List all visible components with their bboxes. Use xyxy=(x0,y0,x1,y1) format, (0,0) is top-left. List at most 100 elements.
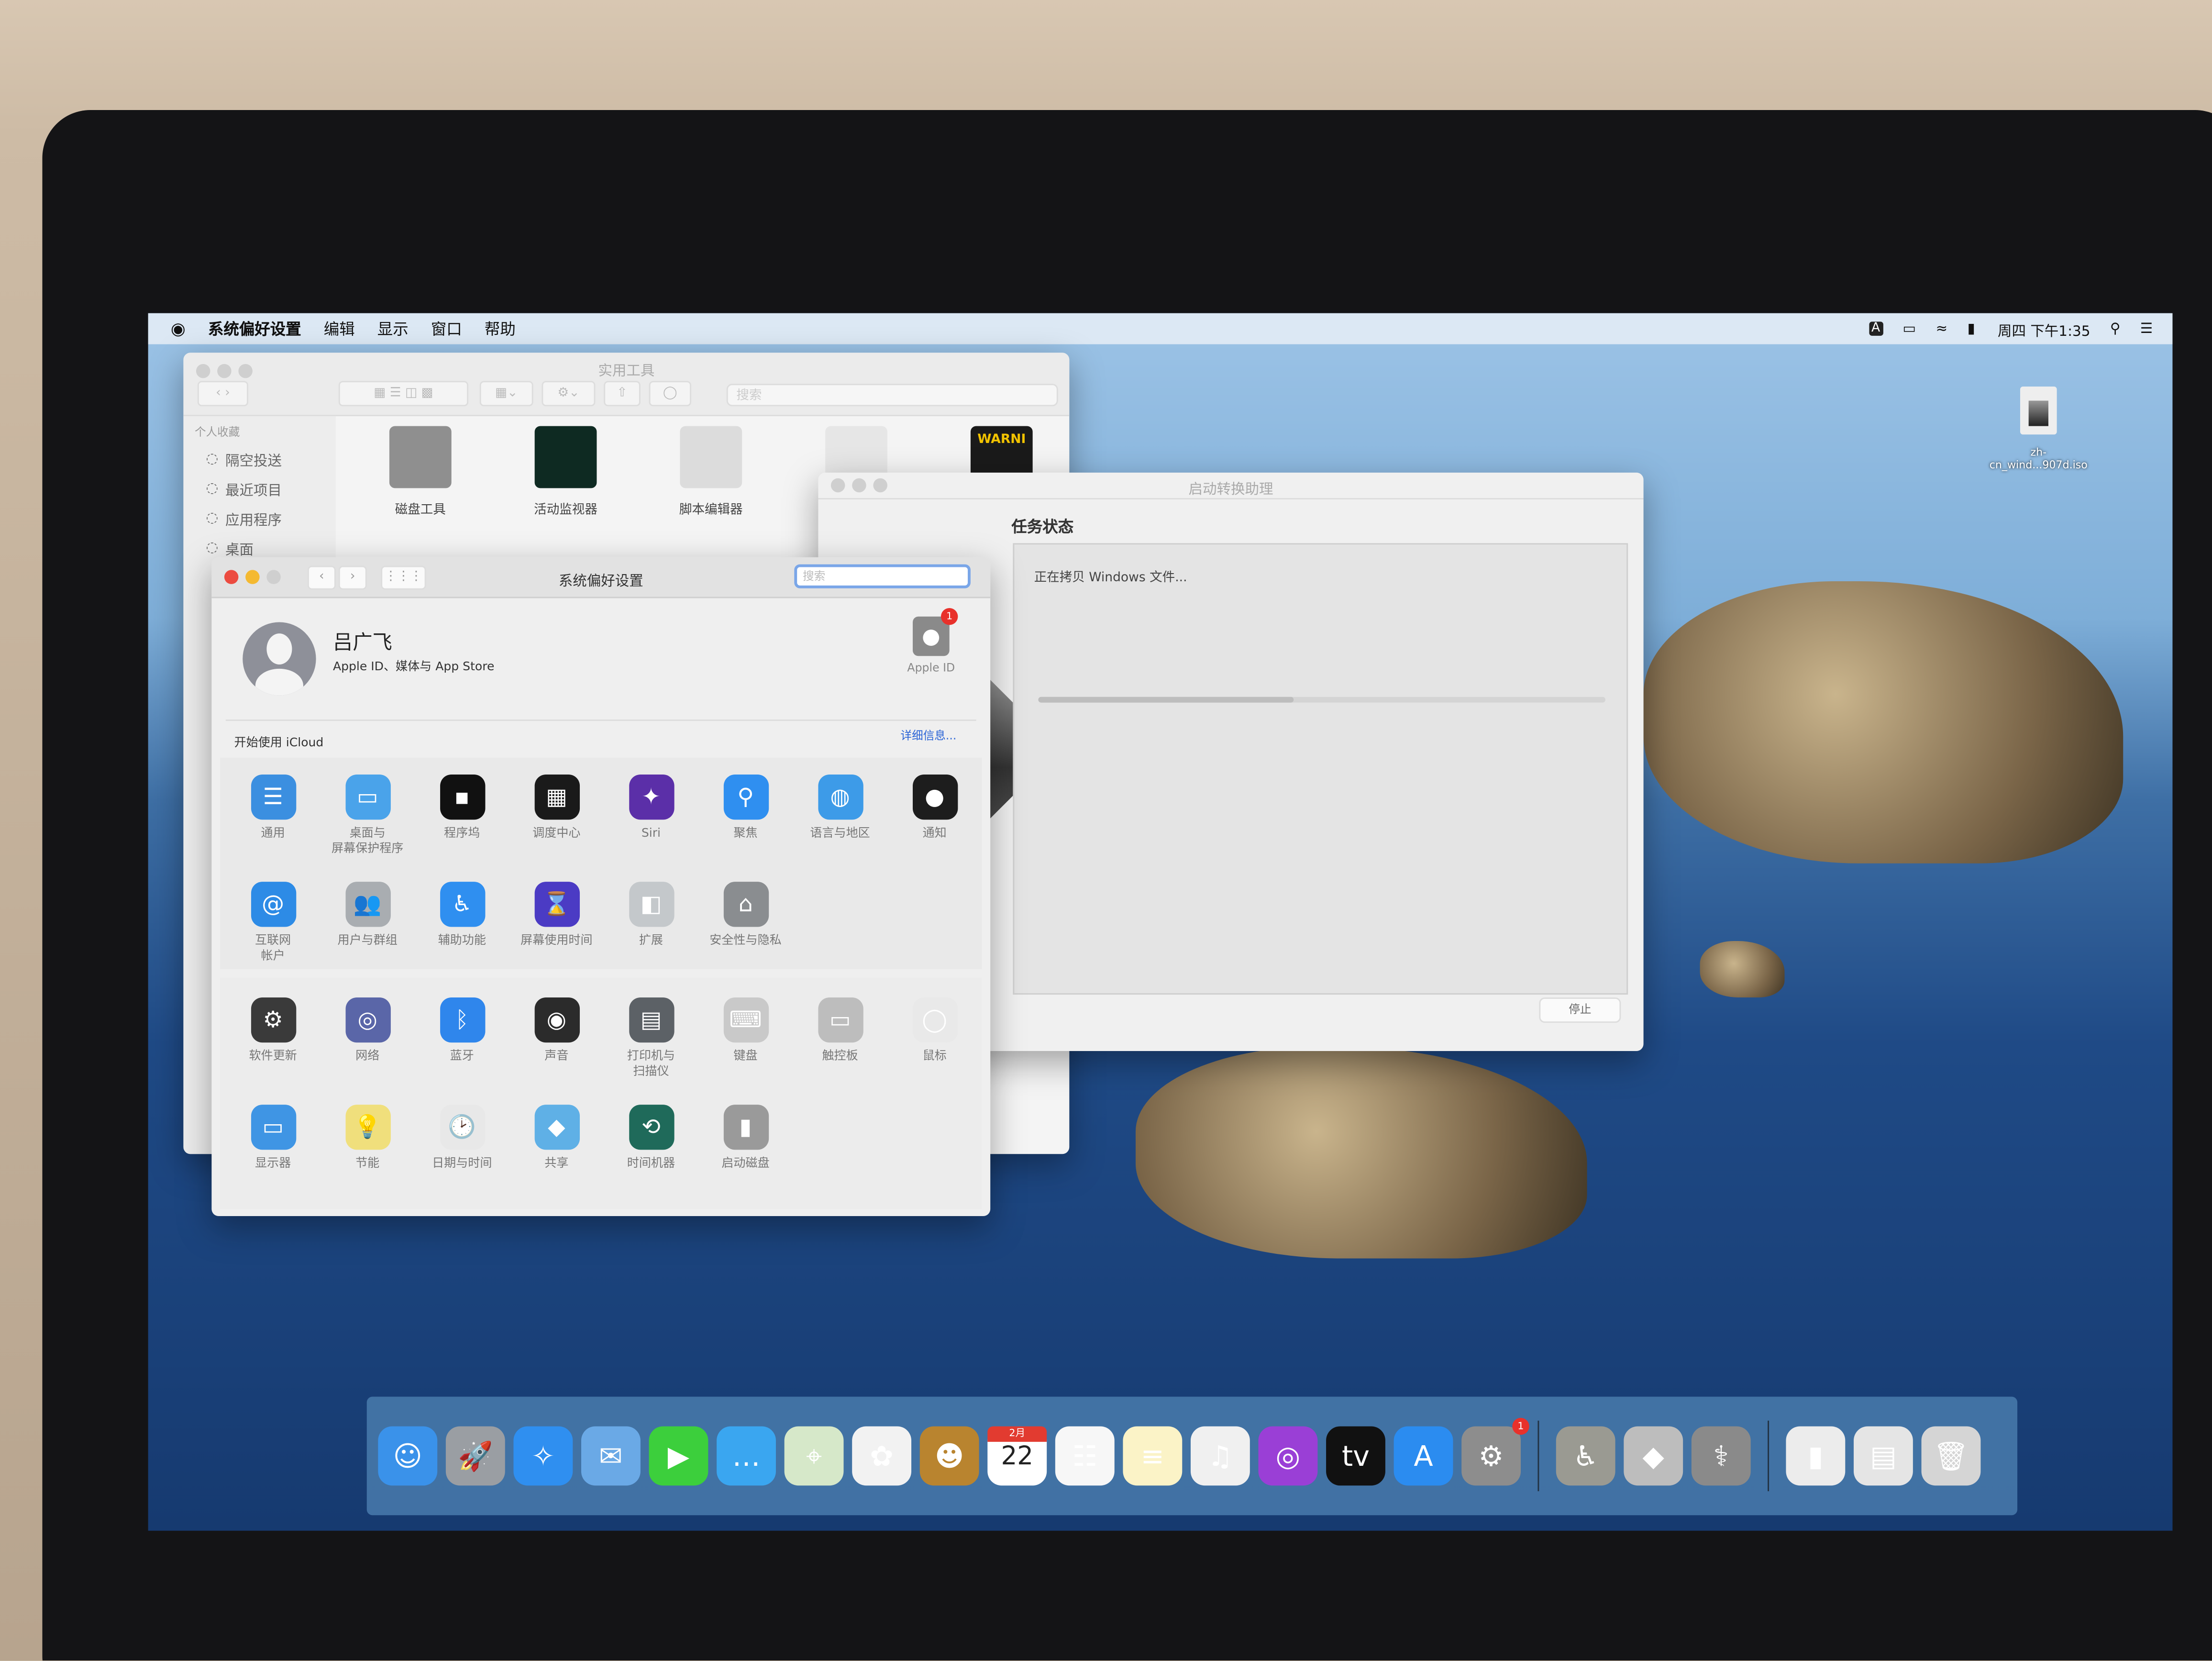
pane-label: 节能 xyxy=(355,1157,380,1171)
dock-separator xyxy=(1768,1420,1770,1492)
dock-maps[interactable]: ⌖ xyxy=(784,1426,844,1486)
sidebar-item[interactable]: ◌ 桌面 xyxy=(206,538,336,558)
finder-app-item[interactable]: 磁盘工具 xyxy=(364,426,477,518)
pref-pane-general[interactable]: ☰ 通用 xyxy=(226,769,321,876)
sidebar-item[interactable]: ◌ 应用程序 xyxy=(206,508,336,529)
share-icon[interactable]: ⇧ xyxy=(604,381,641,407)
pref-pane-security-privacy[interactable]: ⌂ 安全性与隐私 xyxy=(698,876,793,983)
spotlight-icon[interactable]: ⚲ xyxy=(2110,321,2121,336)
pref-pane-dock[interactable]: ▪ 程序坞 xyxy=(415,769,509,876)
dock-trash[interactable]: 🗑 xyxy=(1921,1426,1981,1486)
pref-pane-notifications[interactable]: ● 通知 xyxy=(887,769,982,876)
pref-pane-software-update[interactable]: ⚙ 软件更新 xyxy=(226,992,321,1099)
clock[interactable]: 周四 下午1:35 xyxy=(1998,318,2090,339)
keyboard-icon: ⌨ xyxy=(723,997,768,1043)
app-label: 脚本编辑器 xyxy=(679,503,743,518)
pref-pane-keyboard[interactable]: ⌨ 键盘 xyxy=(698,992,793,1099)
pref-pane-date-time[interactable]: 🕑 日期与时间 xyxy=(415,1099,509,1206)
finder-toolbar: 实用工具 ‹ › ▦ ☰ ◫ ▩ ▦⌄ ⚙⌄ ⇧ ◯ 搜索 xyxy=(183,353,1070,416)
music-icon: ♫ xyxy=(1207,1439,1233,1473)
dock-notes[interactable]: ≡ xyxy=(1123,1426,1183,1486)
sidebar-item[interactable]: ◌ 最近项目 xyxy=(206,478,336,499)
dock-music[interactable]: ♫ xyxy=(1190,1426,1250,1486)
airplay-icon[interactable]: ▭ xyxy=(1902,321,1916,336)
pref-pane-bluetooth[interactable]: ᛒ 蓝牙 xyxy=(415,992,509,1099)
dock-boot-camp-assistant[interactable]: ◆ xyxy=(1624,1426,1683,1486)
pane-label: 语言与地区 xyxy=(810,827,870,841)
pref-pane-desktop-screensaver[interactable]: ▭ 桌面与 屏幕保护程序 xyxy=(320,769,415,876)
tag-icon[interactable]: ◯ xyxy=(649,381,692,407)
prefs-search-input[interactable]: 搜索 xyxy=(794,564,971,588)
dock-podcasts[interactable]: ◎ xyxy=(1258,1426,1318,1486)
dock-reminders[interactable]: ☷ xyxy=(1055,1426,1115,1486)
dock-safari[interactable]: ✧ xyxy=(513,1426,573,1486)
pref-pane-displays[interactable]: ▭ 显示器 xyxy=(226,1099,321,1206)
action-gear-icon[interactable]: ⚙⌄ xyxy=(542,381,596,407)
dock-mail[interactable]: ✉ xyxy=(581,1426,641,1486)
avatar[interactable] xyxy=(243,622,316,696)
finder-app-item[interactable]: 活动监视器 xyxy=(509,426,622,518)
pref-pane-trackpad[interactable]: ▭ 触控板 xyxy=(793,992,887,1099)
dock-documents-stack[interactable]: ▤ xyxy=(1853,1426,1913,1486)
menu-app-name[interactable]: 系统偏好设置 xyxy=(208,318,301,340)
menu-bar: ◉ 系统偏好设置 编辑 显示 窗口 帮助 A ▭ ≈ ▮ 周四 下午1:35 ⚲… xyxy=(148,313,2173,344)
details-link[interactable]: 详细信息... xyxy=(901,728,957,743)
dock-calendar[interactable]: 2月 22 xyxy=(987,1426,1047,1486)
dock-disk-utility[interactable]: ⚕ xyxy=(1691,1426,1751,1486)
group-button[interactable]: ▦⌄ xyxy=(479,381,533,407)
menu-view[interactable]: 显示 xyxy=(377,318,409,340)
pref-pane-siri[interactable]: ✦ Siri xyxy=(604,769,698,876)
battery-icon[interactable]: ▮ xyxy=(1968,321,1978,336)
dock-contacts[interactable]: ☻ xyxy=(919,1426,979,1486)
pref-pane-mouse[interactable]: ◯ 鼠标 xyxy=(887,992,982,1099)
pref-pane-sharing[interactable]: ◆ 共享 xyxy=(509,1099,604,1206)
trash-icon: 🗑 xyxy=(1933,1439,1969,1473)
notification-center-icon[interactable]: ☰ xyxy=(2140,321,2153,336)
time-machine-icon: ⟲ xyxy=(628,1105,674,1150)
contacts-icon: ☻ xyxy=(934,1439,964,1473)
user-name[interactable]: 吕广飞 xyxy=(333,628,392,656)
menu-edit[interactable]: 编辑 xyxy=(324,318,355,340)
stop-button[interactable]: 停止 xyxy=(1539,997,1621,1023)
apple-menu-icon[interactable]: ◉ xyxy=(171,319,186,338)
pref-pane-extensions[interactable]: ◧ 扩展 xyxy=(604,876,698,983)
wifi-icon[interactable]: ≈ xyxy=(1936,321,1948,336)
pref-pane-sound[interactable]: ◉ 声音 xyxy=(509,992,604,1099)
pref-pane-spotlight[interactable]: ⚲ 聚焦 xyxy=(698,769,793,876)
dock-launchpad[interactable]: 🚀 xyxy=(445,1426,505,1486)
dock-facetime[interactable]: ▶ xyxy=(649,1426,708,1486)
sidebar-item[interactable]: ◌ 隔空投送 xyxy=(206,449,336,470)
desktop-iso-file[interactable]: zh- cn_wind...907d.iso xyxy=(1982,387,2095,471)
dock-messages[interactable]: … xyxy=(717,1426,776,1486)
pref-pane-printers-scanners[interactable]: ▤ 打印机与 扫描仪 xyxy=(604,992,698,1099)
input-source-icon[interactable]: A xyxy=(1869,321,1883,336)
pref-pane-users-groups[interactable]: 👥 用户与群组 xyxy=(320,876,415,983)
view-mode-buttons[interactable]: ▦ ☰ ◫ ▩ xyxy=(338,381,469,407)
dock-voiceover-utility[interactable]: ♿ xyxy=(1556,1426,1615,1486)
menu-help[interactable]: 帮助 xyxy=(485,318,516,340)
pref-pane-accessibility[interactable]: ♿ 辅助功能 xyxy=(415,876,509,983)
dock-app-store[interactable]: A xyxy=(1394,1426,1453,1486)
dock-apple-tv[interactable]: tv xyxy=(1326,1426,1385,1486)
dock-system-preferences[interactable]: ⚙ 1 xyxy=(1461,1417,1529,1486)
finder-app-item[interactable]: 脚本编辑器 xyxy=(654,426,767,518)
internet-accounts-icon: @ xyxy=(250,882,296,927)
pref-pane-screen-time[interactable]: ⌛ 屏幕使用时间 xyxy=(509,876,604,983)
pref-pane-internet-accounts[interactable]: @ 互联网 帐户 xyxy=(226,876,321,983)
finder-search-input[interactable]: 搜索 xyxy=(726,384,1058,407)
menu-window[interactable]: 窗口 xyxy=(431,318,462,340)
dock-finder[interactable]: ☺ xyxy=(378,1426,438,1486)
pref-pane-network[interactable]: ◎ 网络 xyxy=(320,992,415,1099)
pref-pane-startup-disk[interactable]: ▮ 启动磁盘 xyxy=(698,1099,793,1206)
pref-pane-time-machine[interactable]: ⟲ 时间机器 xyxy=(604,1099,698,1206)
pref-pane-language-region[interactable]: ◍ 语言与地区 xyxy=(793,769,887,876)
dock-downloads-stack[interactable]: ▮ xyxy=(1786,1426,1846,1486)
wallpaper-rock xyxy=(1135,1047,1587,1259)
dock-photos[interactable]: ✿ xyxy=(852,1426,912,1486)
pref-pane-energy-saver[interactable]: 💡 节能 xyxy=(320,1099,415,1206)
apple-id-pane[interactable]: ● 1 Apple ID xyxy=(900,608,962,675)
disk-image-icon xyxy=(2020,387,2057,435)
task-status-text: 正在拷贝 Windows 文件... xyxy=(1034,571,1187,586)
back-forward-buttons[interactable]: ‹ › xyxy=(197,381,249,407)
pref-pane-mission-control[interactable]: ▦ 调度中心 xyxy=(509,769,604,876)
